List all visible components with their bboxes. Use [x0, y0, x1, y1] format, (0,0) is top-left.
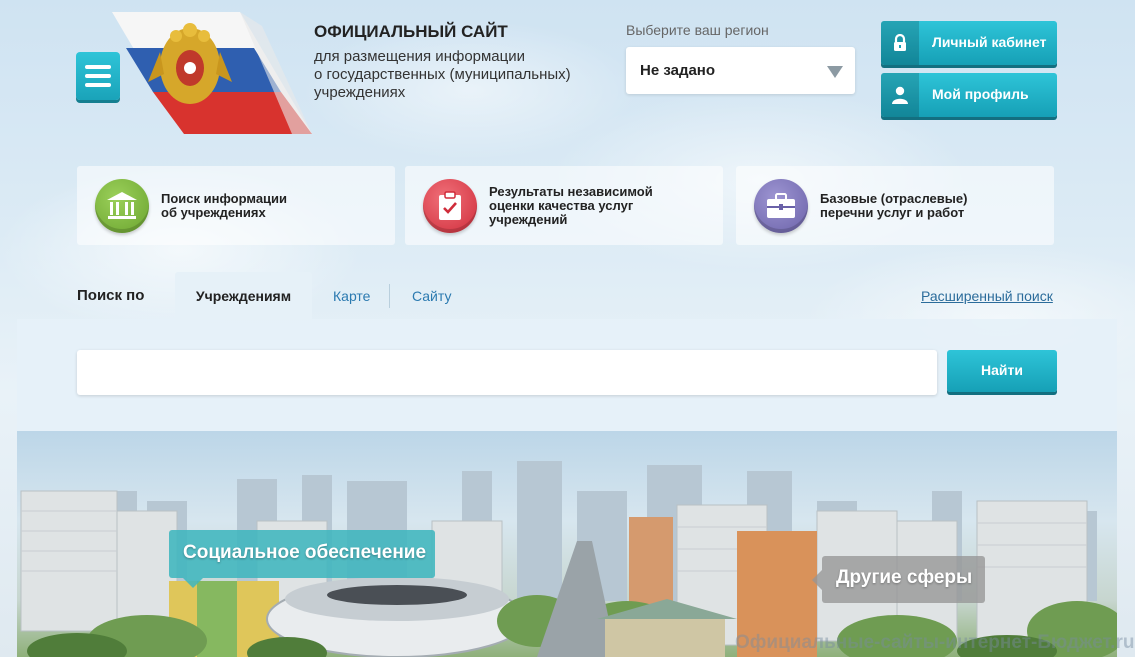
region-label: Выберите ваш регион — [626, 22, 769, 38]
lock-icon — [881, 21, 919, 65]
tab-divider — [389, 284, 390, 308]
category-social-security[interactable]: Социальное обеспечение — [169, 530, 435, 588]
card-quality-assessment[interactable]: Результаты независимой оценки качества у… — [405, 166, 723, 245]
card-base-lists[interactable]: Базовые (отраслевые) перечни услуг и раб… — [736, 166, 1054, 245]
tab-map[interactable]: Карте — [333, 288, 370, 304]
category-other-areas[interactable]: Другие сферы — [812, 556, 985, 603]
advanced-search-link[interactable]: Расширенный поиск — [921, 288, 1053, 304]
coat-of-arms-icon — [112, 12, 312, 134]
my-profile-button[interactable]: Мой профиль — [881, 73, 1057, 117]
region-selected-value: Не задано — [640, 62, 716, 79]
search-input[interactable] — [77, 350, 937, 395]
my-profile-label: Мой профиль — [932, 86, 1029, 102]
search-by-label: Поиск по — [77, 287, 145, 304]
watermark: Официальные-сайты-интернет-Бюджет.ru — [735, 632, 1135, 653]
site-title: ОФИЦИАЛЬНЫЙ САЙТ — [314, 22, 508, 41]
site-subtitle: для размещения информации о государствен… — [314, 48, 614, 102]
subtitle-line: учреждениях — [314, 84, 406, 101]
card-label: Базовые (отраслевые) перечни услуг и раб… — [820, 191, 968, 220]
region-select[interactable]: Не задано — [626, 47, 855, 94]
subtitle-line: о государственных (муниципальных) — [314, 66, 571, 83]
find-button[interactable]: Найти — [947, 350, 1057, 392]
card-search-institutions[interactable]: Поиск информации об учреждениях — [77, 166, 395, 245]
personal-cabinet-button[interactable]: Личный кабинет — [881, 21, 1057, 65]
tab-site[interactable]: Сайту — [412, 288, 451, 304]
card-label: Результаты независимой оценки качества у… — [489, 184, 653, 227]
clipboard-check-icon — [423, 179, 477, 233]
tab-institutions[interactable]: Учреждениям — [175, 272, 312, 320]
hamburger-icon — [85, 65, 111, 69]
institution-icon — [95, 179, 149, 233]
dropdown-arrow-icon — [827, 66, 843, 78]
user-icon — [881, 73, 919, 117]
card-label: Поиск информации об учреждениях — [161, 191, 288, 220]
briefcase-icon — [754, 179, 808, 233]
subtitle-line: для размещения информации — [314, 48, 526, 65]
personal-cabinet-label: Личный кабинет — [932, 34, 1047, 50]
